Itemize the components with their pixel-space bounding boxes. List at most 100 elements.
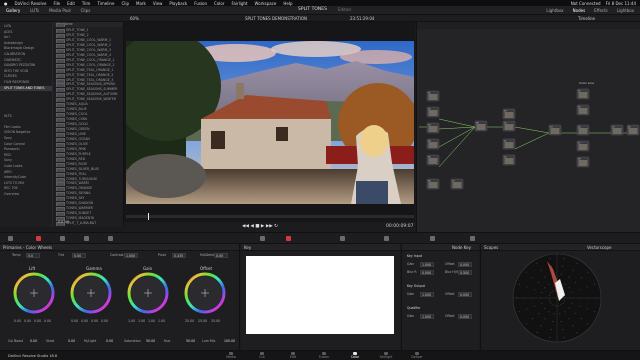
color-node[interactable]: 03 [426,122,440,134]
tab-clips[interactable]: Clips [79,7,93,14]
param-value[interactable]: 1.000 [124,253,138,258]
page-tab-fusion[interactable]: Fusion [313,352,335,359]
wheel-value[interactable]: 1.00 [128,319,135,323]
menu-item[interactable]: Help [283,1,292,6]
wheel-value[interactable]: 1.00 [148,319,155,323]
key-param-value[interactable]: 0.000 [458,292,472,297]
color-node[interactable]: 02 [426,106,440,118]
color-node[interactable]: 07 [450,178,464,190]
folder-item[interactable]: REC 709 [0,186,52,191]
folder-item[interactable]: LUTS TO MIX [0,181,52,186]
bottom-param-value[interactable]: 0.00 [30,339,37,343]
folder-item[interactable]: Cube Looks [0,164,52,169]
folder-item[interactable] [0,91,52,96]
key-param-value[interactable]: 1.000 [420,314,434,319]
tab-nodes[interactable]: Nodes [571,7,588,14]
menu-item[interactable]: DaVinci Resolve [15,1,47,6]
wheel-value[interactable]: 0.00 [101,319,108,323]
menu-item[interactable]: Workspace [255,1,277,6]
node-editor[interactable]: 01 02 03 04 05 06 07 08 09 10 11 12 13 14 15 16 17 18 19 20… [416,22,640,232]
param-value[interactable]: 0.00 [72,253,86,258]
bottom-param-value[interactable]: 50.00 [146,339,155,343]
menu-item[interactable]: Mark [136,1,146,6]
wheel-value[interactable]: 0.00 [24,319,31,323]
viewer-scrub-bar[interactable] [126,213,414,220]
color-node[interactable]: 18 [576,156,590,168]
folder-item[interactable]: Sony [0,158,52,163]
folder-item[interactable]: INTO THE VOID [0,69,52,74]
bottom-param-value[interactable]: 0.00 [68,339,75,343]
folder-item[interactable]: Blackmagic Design [0,46,52,51]
color-wheel[interactable] [126,271,170,315]
folder-item[interactable]: SANDRO PEZZATINI [0,63,52,68]
palette-icon-1[interactable] [8,236,13,241]
param-value[interactable]: 0.00 [214,253,228,258]
key-param-value[interactable]: 0.000 [458,314,472,319]
wheel-value[interactable]: 0.00 [71,319,78,323]
folder-item[interactable] [0,108,52,113]
wheel-value[interactable]: 1.00 [158,319,165,323]
key-param-value[interactable]: 0.500 [458,270,472,275]
scope-mode-select[interactable]: Vectorscope [587,244,611,251]
color-node[interactable]: 19 [610,124,624,136]
page-tab-color[interactable]: Color [344,352,366,359]
folder-item[interactable]: CALIBRATION [0,52,52,57]
page-tab-media[interactable]: Media [220,352,242,359]
color-node[interactable]: 14 [576,124,590,136]
color-node[interactable]: 16 [576,104,590,116]
folder-item[interactable]: ARRI [0,170,52,175]
viewer-image[interactable] [126,41,414,204]
zoom-level[interactable]: 60% [130,16,139,21]
page-tab-edit[interactable]: Edit [282,352,304,359]
bottom-param-value[interactable]: 50.00 [186,339,195,343]
menu-item[interactable]: File [53,1,60,6]
wheel-value[interactable]: 0.00 [34,319,41,323]
key-param-value[interactable]: 1.000 [420,262,434,267]
tab-lightbox-2[interactable]: Lightbox [615,7,636,14]
color-node[interactable]: 08 [474,120,488,132]
page-tab-cut[interactable]: Cut [251,352,273,359]
apple-icon[interactable]: ● [4,1,8,6]
folder-item[interactable]: FILM RESPONSE [0,80,52,85]
wheel-value[interactable]: 25.00 [185,319,194,323]
folder-item[interactable]: Astrodesign [0,41,52,46]
color-wheel[interactable] [183,271,227,315]
color-wheel[interactable] [12,271,56,315]
tab-gallery[interactable]: Gallery [4,7,22,14]
param-value[interactable]: 0.0 [26,253,40,258]
menu-item[interactable]: Fairlight [231,1,247,6]
color-node[interactable]: 20 [626,124,640,136]
node-graph[interactable]: 01 02 03 04 05 06 07 08 0910 11 12 13 14 15 16 17 18 19 20… [417,29,640,232]
color-node[interactable]: 11 [502,138,516,150]
playhead[interactable] [148,213,149,220]
wheel-value[interactable]: 25.00 [211,319,220,323]
menu-item[interactable]: Color [214,1,224,6]
folder-item[interactable]: Color Control [0,142,52,147]
folder-item[interactable]: Film Looks [0,125,52,130]
key-param-value[interactable]: 0.000 [420,270,434,275]
menu-item[interactable]: Edit [67,1,75,6]
tab-media-pool[interactable]: Media Pool [47,7,73,14]
folder-item[interactable]: LUTs [0,24,52,29]
palette-icon-4[interactable] [84,236,89,241]
folder-item[interactable]: CINEMATIC [0,58,52,63]
wheel-value[interactable]: 25.00 [198,319,207,323]
menu-item[interactable]: Fusion [194,1,207,6]
folder-item[interactable]: ACES [0,30,52,35]
page-tab-deliver[interactable]: Deliver [406,352,428,359]
color-node[interactable]: 13 [548,124,562,136]
page-tab-fairlight[interactable]: Fairlight [375,352,397,359]
info-icon[interactable] [470,236,475,241]
bottom-param-value[interactable]: 100.00 [224,339,235,343]
color-node[interactable]: 04 [426,138,440,150]
bottom-param-value[interactable]: 0.00 [106,339,113,343]
menu-item[interactable]: View [153,1,163,6]
menu-item[interactable]: Playback [169,1,187,6]
key-icon[interactable] [384,236,389,241]
tab-lightbox[interactable]: Lightbox [544,7,565,14]
folder-item[interactable]: Overview [0,192,52,197]
folder-item[interactable]: SPLIT TONES AND TONES [0,85,52,91]
tab-luts[interactable]: LUTs [28,7,41,14]
menu-item[interactable]: Trim [82,1,91,6]
color-node[interactable]: 01 [426,90,440,102]
